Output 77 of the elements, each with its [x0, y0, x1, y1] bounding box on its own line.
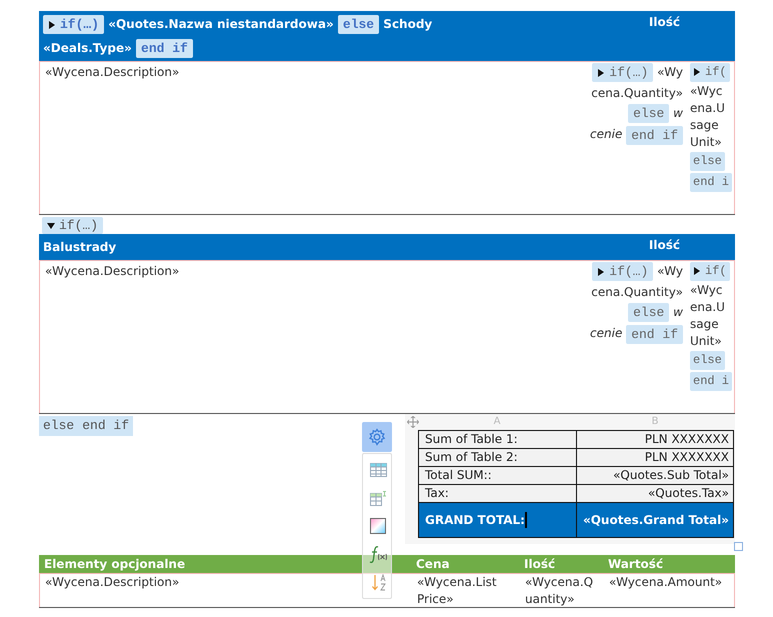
condition-tag[interactable]: else — [39, 416, 78, 436]
caret-icon[interactable] — [47, 222, 55, 230]
merge-field: «Deals.Type» — [43, 41, 132, 55]
row-label: Tax: — [425, 486, 449, 500]
column-heading: Cena — [415, 556, 451, 573]
italic-text: w — [673, 305, 683, 320]
condition-tag[interactable]: if(…) — [592, 63, 654, 82]
condition-tag[interactable]: if(…) — [592, 262, 654, 282]
column-letter: B — [650, 415, 660, 429]
cell-text: sage — [690, 317, 719, 331]
column-heading: Ilość — [648, 238, 680, 252]
row-label: Sum of Table 1: — [425, 432, 518, 446]
cell-text: «Wy — [657, 264, 683, 278]
condition-tag[interactable]: else — [338, 15, 380, 34]
condition-tag[interactable]: else — [628, 303, 670, 322]
caret-icon[interactable] — [597, 68, 606, 77]
condition-tag[interactable]: else — [690, 351, 725, 370]
italic-text: w — [673, 106, 683, 120]
cell-text: sage — [690, 118, 719, 132]
cell-text: ena.U — [690, 300, 725, 314]
cell-text: cena.Quantity» — [591, 285, 683, 300]
cell-text: «Wyc — [690, 283, 722, 297]
row-label: GRAND TOTAL: — [425, 512, 525, 526]
condition-tag[interactable]: if( — [690, 262, 730, 281]
formula-icon — [369, 545, 387, 563]
row-label: Total SUM:: — [425, 468, 492, 482]
merge-field: «Wycena.Description» — [40, 574, 184, 608]
condition-tag[interactable]: end if — [136, 39, 193, 58]
row-value: PLN XXXXXXX — [644, 450, 729, 464]
cell-text: Balustrady — [43, 240, 116, 254]
cell-text: «Wy — [657, 65, 683, 79]
condition-tag[interactable]: end if — [78, 416, 134, 436]
column-heading: Elementy opcjonalne — [43, 556, 186, 573]
color-swatch-icon — [370, 518, 386, 534]
settings-icon — [368, 428, 386, 446]
condition-tag[interactable]: else — [690, 152, 725, 171]
condition-tag[interactable]: if(…) — [43, 15, 104, 34]
column-heading: Ilość — [648, 15, 680, 29]
merge-field: «Wycena.List Price» — [411, 574, 519, 608]
table-icon — [370, 463, 386, 477]
italic-text: cenie — [590, 127, 622, 142]
sort-icon — [370, 574, 386, 590]
cell-text: cena.Quantity» — [591, 86, 683, 100]
cell-text: Unit» — [690, 334, 722, 348]
text-cursor — [524, 512, 527, 528]
condition-tag[interactable]: end i — [690, 173, 732, 192]
condition-tag[interactable]: end if — [626, 126, 683, 145]
cell-text: «Wyc — [690, 84, 722, 98]
condition-tag[interactable]: end if — [626, 324, 683, 344]
column-heading: Ilość — [523, 556, 556, 573]
cell-text: Schody — [383, 17, 432, 31]
merge-field: «Wycena.Description» — [45, 264, 180, 278]
condition-tag[interactable]: if(…) — [42, 217, 104, 234]
caret-icon[interactable] — [48, 20, 56, 29]
merge-field: «Wycena.Amount» — [603, 574, 736, 608]
cell-text: ena.U — [690, 101, 725, 115]
column-heading: Wartość — [607, 556, 664, 573]
merge-field: «Wycena.Quantity» — [519, 574, 603, 608]
column-letter: A — [492, 415, 502, 429]
cell-text: Unit» — [690, 135, 722, 149]
merge-field: «Wycena.Description» — [45, 65, 180, 79]
row-value: PLN XXXXXXX — [644, 432, 729, 446]
italic-text: cenie — [590, 326, 622, 340]
caret-icon[interactable] — [693, 68, 701, 76]
table-column-icon — [370, 490, 386, 506]
row-value: «Quotes.Sub Total» — [613, 468, 729, 482]
move-handle-icon[interactable] — [407, 416, 419, 428]
condition-tag[interactable]: else — [628, 104, 670, 124]
caret-icon[interactable] — [693, 266, 701, 275]
row-label: Sum of Table 2: — [425, 450, 518, 464]
condition-tag[interactable]: if( — [690, 63, 730, 82]
row-value: «Quotes.Tax» — [648, 486, 729, 500]
merge-field: «Quotes.Nazwa niestandardowa» — [108, 17, 334, 31]
condition-tag[interactable]: end i — [690, 372, 732, 391]
resize-handle-icon[interactable] — [734, 542, 743, 551]
row-value: «Quotes.Grand Total» — [582, 512, 729, 526]
caret-icon[interactable] — [597, 268, 606, 276]
